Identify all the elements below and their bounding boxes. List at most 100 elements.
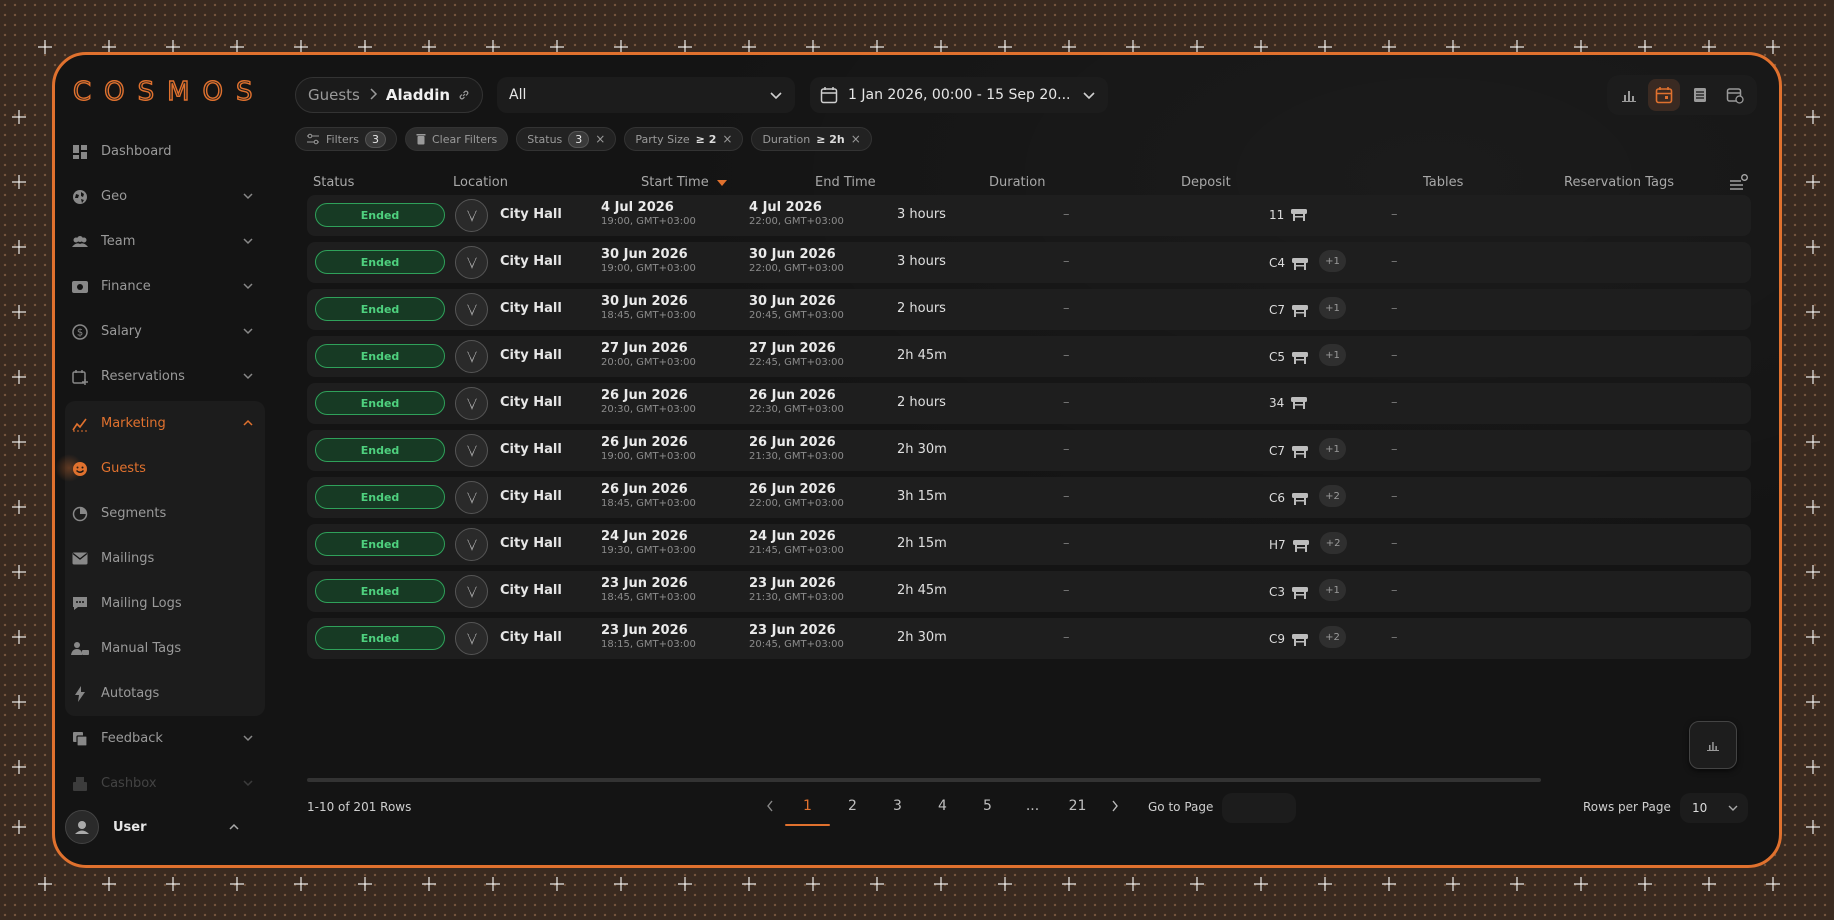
column-header-start-time[interactable]: Start Time (641, 175, 727, 190)
location-crest-icon (466, 397, 477, 410)
cashbox-icon (71, 775, 89, 793)
next-page-button[interactable] (1100, 788, 1130, 824)
column-header-deposit[interactable]: Deposit (1181, 175, 1231, 190)
prev-page-button[interactable] (755, 788, 785, 824)
sidebar-item-autotags[interactable]: Autotags (65, 671, 265, 716)
clear-filters-label: Clear Filters (431, 132, 498, 146)
plus-decoration (12, 695, 26, 709)
sidebar-item-mailing-logs[interactable]: Mailing Logs (65, 581, 265, 626)
sidebar-item-manual-tags[interactable]: Manual Tags (65, 626, 265, 671)
page-button-2[interactable]: 2 (830, 788, 875, 824)
link-icon[interactable] (458, 89, 470, 101)
column-header-reservation-tags[interactable]: Reservation Tags (1564, 175, 1674, 190)
page-button-3[interactable]: 3 (875, 788, 920, 824)
date-range-picker[interactable]: 1 Jan 2026, 00:00 - 15 Sep 20... (810, 77, 1108, 113)
rows-per-page-select[interactable]: 10 (1680, 793, 1748, 823)
plus-decoration (1254, 877, 1268, 891)
duration-filter-label: Duration (762, 132, 811, 146)
schedule-view-button[interactable] (1719, 79, 1751, 111)
plus-decoration (1638, 877, 1652, 891)
more-tables-badge[interactable]: +1 (1319, 344, 1347, 366)
sidebar-item-dashboard[interactable]: Dashboard (65, 129, 265, 174)
horizontal-scrollbar[interactable] (307, 778, 1541, 782)
more-tables-badge[interactable]: +2 (1319, 626, 1347, 648)
table-row[interactable]: Ended City Hall 26 Jun 2026 18:45, GMT+03:0… (307, 477, 1751, 518)
sidebar-item-finance[interactable]: Finance (65, 264, 265, 309)
table-row[interactable]: Ended City Hall 24 Jun 2026 19:30, GMT+03:0… (307, 524, 1751, 565)
column-header-status[interactable]: Status (313, 175, 354, 190)
plus-decoration (12, 240, 26, 254)
bar-chart-icon (1621, 91, 1636, 102)
table-row[interactable]: Ended City Hall 30 Jun 2026 19:00, GMT+03:0… (307, 242, 1751, 283)
deposit-cell: – (1063, 630, 1070, 645)
page-ellipsis: ... (1025, 798, 1040, 814)
goto-page-input[interactable] (1222, 793, 1296, 823)
end-time-cell: 26 Jun 2026 22:30, GMT+03:00 (749, 388, 844, 415)
table-row[interactable]: Ended City Hall 23 Jun 2026 18:15, GMT+03:0… (307, 618, 1751, 659)
sidebar-item-geo[interactable]: Geo (65, 174, 265, 219)
sidebar-item-segments[interactable]: Segments (65, 491, 265, 536)
status-filter-chip[interactable]: Status 3 × (516, 127, 617, 151)
more-tables-badge[interactable]: +1 (1319, 438, 1347, 460)
sidebar-item-cashbox[interactable]: Cashbox (65, 761, 265, 806)
more-tables-badge[interactable]: +1 (1319, 250, 1347, 272)
plus-decoration (38, 877, 52, 891)
start-time: 18:45, GMT+03:00 (601, 310, 696, 321)
table-number: C4 (1269, 256, 1286, 270)
plus-decoration (1382, 877, 1396, 891)
column-header-duration[interactable]: Duration (989, 175, 1045, 190)
end-time-cell: 23 Jun 2026 20:45, GMT+03:00 (749, 623, 844, 650)
chart-toggle-button[interactable] (1689, 721, 1737, 769)
sidebar-item-label: Finance (101, 279, 151, 294)
duration-cell: 2h 45m (897, 348, 947, 363)
sidebar-item-guests[interactable]: Guests (55, 446, 265, 491)
more-tables-badge[interactable]: +1 (1319, 579, 1347, 601)
table-row[interactable]: Ended City Hall 4 Jul 2026 19:00, GMT+03:00… (307, 195, 1751, 236)
sidebar-item-label: Manual Tags (101, 641, 182, 656)
user-menu[interactable]: User (65, 807, 241, 847)
chart-view-button[interactable] (1613, 79, 1645, 111)
location-select[interactable]: All (497, 77, 795, 113)
chevron-up-icon (243, 419, 253, 426)
table-row[interactable]: Ended City Hall 26 Jun 2026 19:00, GMT+03:0… (307, 430, 1751, 471)
breadcrumb-guests-link[interactable]: Guests (308, 86, 360, 104)
sidebar-item-salary[interactable]: $ Salary (65, 309, 265, 354)
list-view-button[interactable] (1684, 79, 1716, 111)
close-icon[interactable]: × (595, 132, 605, 146)
sidebar-item-marketing[interactable]: Marketing (65, 401, 265, 446)
end-time: 21:30, GMT+03:00 (749, 451, 844, 462)
page-button-4[interactable]: 4 (920, 788, 965, 824)
start-time-cell: 26 Jun 2026 20:30, GMT+03:00 (601, 388, 696, 415)
start-time: 19:30, GMT+03:00 (601, 545, 696, 556)
sidebar-item-team[interactable]: Team (65, 219, 265, 264)
column-header-location[interactable]: Location (453, 175, 508, 190)
page-button-1[interactable]: 1 (785, 788, 830, 826)
duration-filter-chip[interactable]: Duration ≥ 2h × (751, 127, 872, 151)
table-row[interactable]: Ended City Hall 23 Jun 2026 18:45, GMT+03:0… (307, 571, 1751, 612)
more-tables-badge[interactable]: +2 (1319, 532, 1347, 554)
start-time: 20:30, GMT+03:00 (601, 404, 696, 415)
close-icon[interactable]: × (722, 132, 732, 146)
more-tables-badge[interactable]: +2 (1319, 485, 1347, 507)
clear-filters-button[interactable]: Clear Filters (404, 127, 509, 151)
sidebar-item-reservations[interactable]: Reservations (65, 354, 265, 399)
page-button-21[interactable]: 21 (1055, 788, 1100, 824)
sidebar-item-mailings[interactable]: Mailings (65, 536, 265, 581)
close-icon[interactable]: × (851, 132, 861, 146)
location-logo (455, 293, 488, 326)
column-header-tables[interactable]: Tables (1423, 175, 1463, 190)
sidebar-item-feedback[interactable]: Feedback (65, 716, 265, 761)
filters-button[interactable]: Filters 3 (295, 127, 397, 151)
column-header-end-time[interactable]: End Time (815, 175, 876, 190)
table-row[interactable]: Ended City Hall 26 Jun 2026 20:30, GMT+03:0… (307, 383, 1751, 424)
table-row[interactable]: Ended City Hall 30 Jun 2026 18:45, GMT+03:0… (307, 289, 1751, 330)
column-settings-icon[interactable] (1729, 173, 1749, 193)
page-button-5[interactable]: 5 (965, 788, 1010, 824)
calendar-view-button[interactable] (1648, 79, 1681, 111)
end-date: 27 Jun 2026 (749, 341, 836, 356)
reservation-tags-cell: – (1391, 301, 1398, 316)
more-tables-badge[interactable]: +1 (1319, 297, 1347, 319)
plus-decoration (12, 175, 26, 189)
party-size-filter-chip[interactable]: Party Size ≥ 2 × (624, 127, 744, 151)
table-row[interactable]: Ended City Hall 27 Jun 2026 20:00, GMT+03:0… (307, 336, 1751, 377)
